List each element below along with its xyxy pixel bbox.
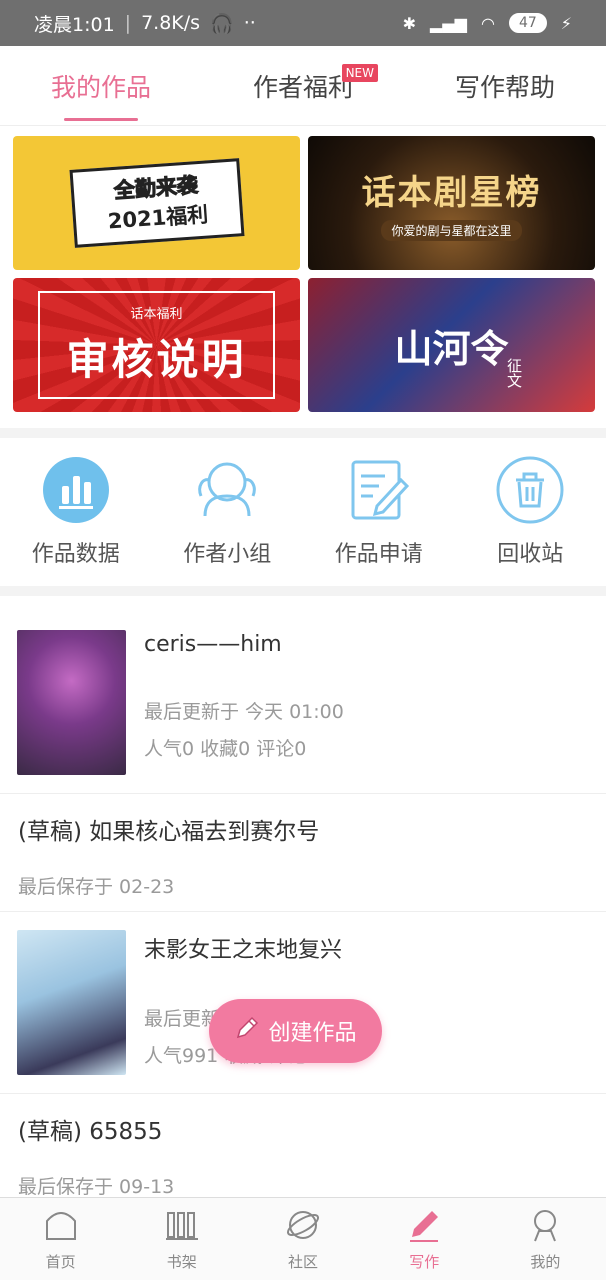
status-bar: 凌晨1:01 | 7.8K/s 🎧 ·· ✱ ▂▄▆ ◠ 47 ⚡ (0, 0, 606, 46)
home-icon (43, 1207, 79, 1247)
create-work-button[interactable]: 创建作品 (209, 999, 382, 1063)
planet-icon (285, 1207, 321, 1247)
nav-home[interactable]: 首页 (0, 1198, 121, 1280)
draft-item[interactable]: (草稿) 65855 最后保存于 09-13 (0, 1094, 606, 1212)
nav-write[interactable]: 写作 (364, 1198, 485, 1280)
banner-drama-title: 话本剧星榜 (361, 173, 542, 213)
banner-shanheling-side: 征文 (505, 358, 523, 388)
signal-icon: ▂▄▆ (430, 13, 467, 33)
tab-my-works[interactable]: 我的作品 (0, 46, 202, 125)
status-network-speed: 7.8K/s (141, 12, 201, 34)
bookshelf-icon (164, 1207, 200, 1247)
draft-title: (草稿) 如果核心福去到赛尔号 (18, 819, 320, 845)
bluetooth-icon: ✱ (402, 13, 417, 33)
draft-title: (草稿) 65855 (18, 1119, 163, 1145)
wifi-icon: ◠ (480, 13, 495, 33)
bar-chart-icon (42, 456, 110, 524)
nav-me[interactable]: 我的 (485, 1198, 606, 1280)
draft-item[interactable]: (草稿) 如果核心福去到赛尔号 最后保存于 02-23 (0, 794, 606, 912)
shortcut-recycle-bin[interactable]: 回收站 (455, 440, 606, 586)
new-badge: NEW (341, 64, 378, 82)
shortcut-work-data[interactable]: 作品数据 (0, 440, 152, 586)
pencil-icon (234, 1015, 260, 1047)
draft-saved: 最后保存于 09-13 (18, 1176, 175, 1198)
banner-attendance-line2: 2021福利 (106, 202, 209, 234)
shortcut-work-application[interactable]: 作品申请 (303, 440, 455, 586)
work-stats: 人气0 收藏0 评论0 (144, 738, 307, 760)
work-updated: 最后更新于 今天 01:00 (144, 701, 344, 723)
group-icon (193, 456, 261, 524)
profile-icon (527, 1207, 563, 1247)
pen-icon (406, 1207, 442, 1247)
work-cover-image (17, 630, 126, 775)
section-divider (0, 428, 606, 438)
draft-saved: 最后保存于 02-23 (18, 876, 175, 898)
shortcut-author-group[interactable]: 作者小组 (152, 440, 304, 586)
banner-attendance[interactable]: 全勤来袭 2021福利 (13, 136, 300, 270)
status-time: 凌晨1:01 (34, 13, 115, 36)
create-work-label: 创建作品 (268, 1021, 357, 1046)
banner-drama-stars[interactable]: 话本剧星榜 你爱的剧与星都在这里 (308, 136, 595, 270)
tab-writing-help[interactable]: 写作帮助 (404, 46, 606, 125)
banner-grid: 全勤来袭 2021福利 话本剧星榜 你爱的剧与星都在这里 话本福利 审核说明 山… (13, 136, 595, 412)
nav-bookshelf[interactable]: 书架 (121, 1198, 242, 1280)
headset-icon: 🎧 (210, 12, 234, 35)
nav-community[interactable]: 社区 (242, 1198, 363, 1280)
banner-review-guide[interactable]: 话本福利 审核说明 (13, 278, 300, 412)
top-tabs: 我的作品 作者福利 NEW 写作帮助 (0, 46, 606, 126)
banner-shanheling[interactable]: 山河令 征文 (308, 278, 595, 412)
battery-indicator: 47 (508, 13, 547, 33)
banner-drama-subtitle: 你爱的剧与星都在这里 (381, 220, 522, 241)
shortcut-row: 作品数据 作者小组 作品申请 回收站 (0, 440, 606, 586)
bottom-nav: 首页 书架 社区 写作 我的 (0, 1197, 606, 1280)
banner-review-title: 审核说明 (66, 335, 247, 384)
edit-document-icon (345, 456, 413, 524)
work-item[interactable]: ceris——him 最后更新于 今天 01:00 人气0 收藏0 评论0 (0, 596, 606, 794)
banner-review-subtitle: 话本福利 (130, 307, 183, 322)
trash-icon (496, 456, 564, 524)
work-title: 末影女王之末地复兴 (144, 938, 343, 963)
banner-shanheling-title: 山河令 (394, 325, 509, 371)
tab-author-benefits[interactable]: 作者福利 NEW (202, 46, 404, 125)
more-dots-icon: ·· (243, 12, 256, 34)
work-cover-image (17, 930, 126, 1075)
works-list: ceris——him 最后更新于 今天 01:00 人气0 收藏0 评论0 (草… (0, 596, 606, 1212)
section-divider (0, 586, 606, 596)
charging-icon: ⚡ (560, 13, 572, 33)
work-title: ceris——him (144, 632, 282, 657)
